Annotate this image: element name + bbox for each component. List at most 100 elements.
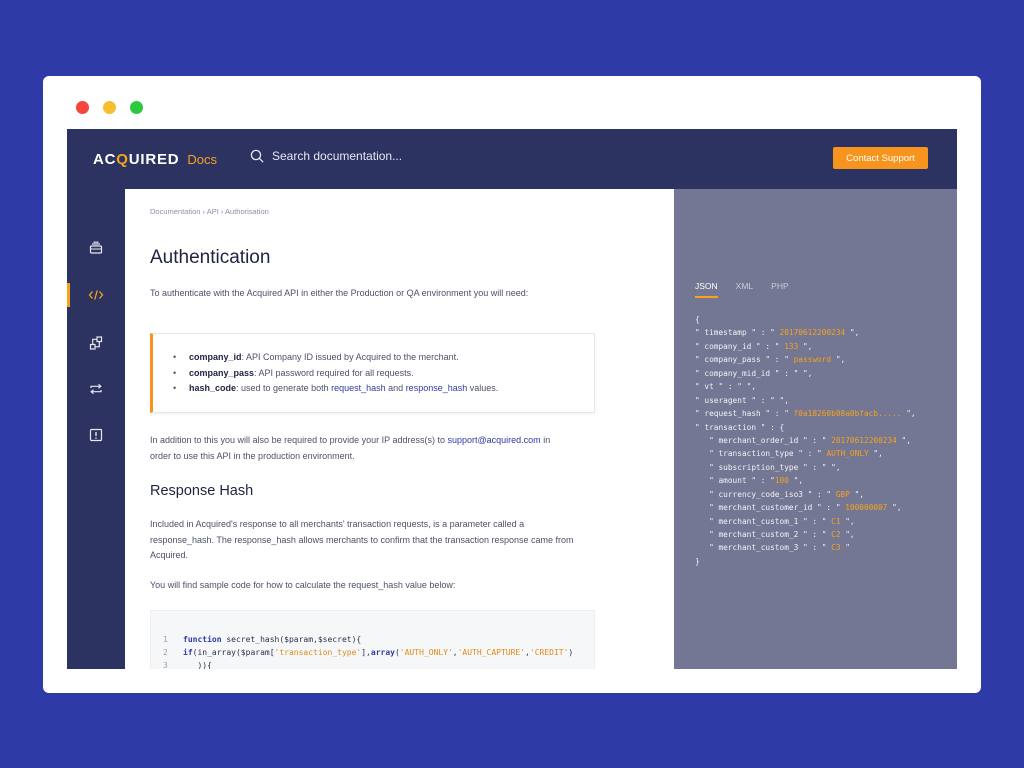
json-value: C1 bbox=[831, 516, 841, 526]
json-line: " company_id " : " 133 ", bbox=[695, 340, 916, 353]
json-value: 20170612200234 bbox=[779, 328, 846, 338]
response-hash-paragraph: Included in Acquired's response to all m… bbox=[150, 517, 595, 564]
json-end: ", bbox=[887, 503, 902, 513]
json-end: ", bbox=[840, 516, 855, 526]
search-bar[interactable]: Search documentation... bbox=[250, 149, 402, 163]
sidebar-item-code[interactable] bbox=[67, 281, 125, 309]
json-line: " company_pass " : " password ", bbox=[695, 353, 916, 366]
json-value: GBP bbox=[835, 489, 850, 499]
bullet-text: values. bbox=[467, 383, 499, 393]
json-line: " merchant_order_id " : " 20170612200234… bbox=[695, 434, 916, 447]
response-hash-link[interactable]: response_hash bbox=[406, 383, 468, 393]
json-line: " company_mid_id " : " ", bbox=[695, 367, 916, 380]
code-sample[interactable]: 1 function secret_hash($param,$secret){ 2… bbox=[150, 610, 595, 669]
tab-php[interactable]: PHP bbox=[771, 281, 788, 298]
tab-xml[interactable]: XML bbox=[736, 281, 753, 298]
json-key: " currency_code_iso3 " : " bbox=[695, 489, 836, 499]
json-value: 100 bbox=[774, 476, 789, 486]
json-value: password bbox=[793, 355, 832, 365]
json-end: ", bbox=[896, 435, 911, 445]
code-text: ], bbox=[361, 648, 371, 657]
docs-content: Documentation › API › Authorisation Auth… bbox=[125, 189, 674, 669]
json-key: } bbox=[695, 556, 700, 566]
code-text: ) bbox=[568, 648, 574, 657]
credentials-list: company_id: API Company ID issued by Acq… bbox=[173, 350, 498, 397]
json-example: { " timestamp " : " 20170612200234 ", " … bbox=[695, 313, 916, 568]
flow-icon bbox=[89, 336, 103, 350]
credentials-callout: company_id: API Company ID issued by Acq… bbox=[150, 333, 595, 413]
sidebar-item-flow[interactable] bbox=[67, 329, 125, 357]
code-text: (in_array($param[ bbox=[192, 648, 275, 657]
json-end: ", bbox=[831, 355, 846, 365]
sidebar bbox=[67, 189, 125, 669]
json-end: ", bbox=[901, 409, 916, 419]
json-key: " merchant_custom_1 " : " bbox=[695, 516, 832, 526]
sample-code-intro: You will find sample code for how to cal… bbox=[150, 580, 456, 590]
logo-q: Q bbox=[116, 151, 129, 168]
json-key: " subscription_type " : " ", bbox=[695, 462, 841, 472]
bullet-text: : API password required for all requests… bbox=[254, 367, 414, 378]
json-key: " company_pass " : " bbox=[695, 355, 794, 365]
code-keyword: array bbox=[370, 648, 395, 657]
json-line: } bbox=[695, 555, 916, 568]
maximize-window-dot[interactable] bbox=[130, 101, 143, 114]
code-line: 3 )){ bbox=[163, 661, 212, 669]
code-string: 'CREDIT' bbox=[529, 648, 569, 657]
json-key: " merchant_custom_2 " : " bbox=[695, 530, 832, 539]
logo-prefix: AC bbox=[93, 151, 117, 168]
list-item: company_pass: API password required for … bbox=[173, 366, 498, 382]
code-examples-panel: JSON XML PHP { " timestamp " : " 2017061… bbox=[674, 189, 957, 669]
json-key: " request_hash " : " bbox=[695, 409, 794, 419]
logo-suffix: UIRED bbox=[128, 151, 180, 168]
bullet-key: hash_code bbox=[189, 383, 237, 393]
line-number: 3 bbox=[163, 661, 168, 669]
breadcrumb[interactable]: Documentation › API › Authorisation bbox=[150, 207, 269, 216]
json-end: ", bbox=[868, 449, 883, 459]
stack-icon bbox=[89, 241, 103, 254]
code-keyword: if bbox=[183, 648, 193, 657]
code-string: 'transaction_type' bbox=[274, 648, 362, 657]
hash-line-1: Included in Acquired's response to all m… bbox=[150, 519, 525, 529]
request-hash-link[interactable]: request_hash bbox=[331, 383, 386, 393]
response-hash-heading: Response Hash bbox=[150, 483, 254, 499]
json-key: " useragent " : " ", bbox=[695, 395, 789, 405]
json-key: " transaction " : { bbox=[695, 422, 785, 432]
ip-text: In addition to this you will also be req… bbox=[150, 435, 448, 445]
alert-icon bbox=[89, 428, 103, 442]
json-end: " bbox=[840, 543, 850, 553]
window-controls bbox=[76, 101, 143, 114]
bullet-text: : API Company ID issued by Acquired to t… bbox=[241, 352, 459, 362]
json-value: f0a18260b08a0bfacb..... bbox=[793, 409, 902, 419]
contact-support-button[interactable]: Contact Support bbox=[833, 147, 928, 169]
json-value: 20170612200234 bbox=[831, 435, 897, 445]
logo-brand: ACQUIRED bbox=[93, 151, 179, 168]
line-number: 1 bbox=[163, 635, 168, 644]
json-line: { bbox=[695, 313, 916, 326]
sidebar-item-stack[interactable] bbox=[67, 234, 125, 262]
code-line: 1 function secret_hash($param,$secret){ bbox=[163, 635, 361, 644]
support-email-link[interactable]: support@acquired.com bbox=[448, 435, 541, 445]
close-window-dot[interactable] bbox=[76, 101, 89, 114]
json-line: " transaction " : { bbox=[695, 421, 916, 434]
json-line: " amount " : "100 ", bbox=[695, 474, 916, 487]
search-input[interactable]: Search documentation... bbox=[272, 149, 402, 163]
json-end: ", bbox=[798, 341, 813, 351]
ip-paragraph: In addition to this you will also be req… bbox=[150, 433, 595, 464]
json-value: C3 bbox=[831, 543, 841, 553]
code-text: )){ bbox=[183, 661, 212, 669]
search-icon bbox=[250, 149, 264, 163]
tab-json[interactable]: JSON bbox=[695, 281, 718, 298]
json-key: { bbox=[695, 315, 700, 324]
json-line: " subscription_type " : " ", bbox=[695, 461, 916, 474]
acquired-logo[interactable]: ACQUIRED Docs bbox=[93, 151, 217, 168]
ip-text-end: in bbox=[540, 435, 551, 445]
json-end: ", bbox=[788, 476, 803, 486]
json-value: AUTH_ONLY bbox=[826, 449, 869, 459]
sidebar-item-alert[interactable] bbox=[67, 421, 125, 449]
json-line: " vt " : " ", bbox=[695, 380, 916, 393]
json-line: " currency_code_iso3 " : " GBP ", bbox=[695, 488, 916, 501]
minimize-window-dot[interactable] bbox=[103, 101, 116, 114]
sidebar-item-repeat[interactable] bbox=[67, 375, 125, 403]
browser-window: ACQUIRED Docs Search documentation... Co… bbox=[43, 76, 981, 693]
json-line: " useragent " : " ", bbox=[695, 394, 916, 407]
